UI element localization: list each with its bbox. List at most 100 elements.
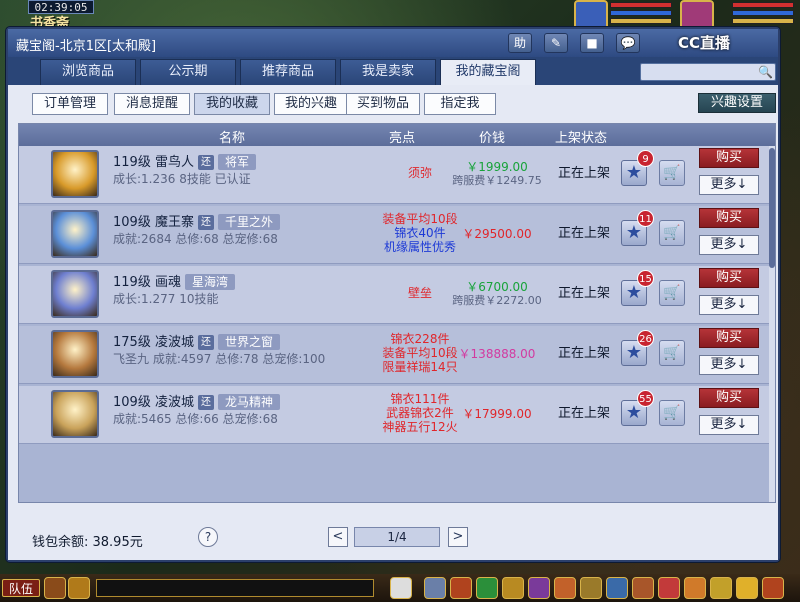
next-page-button[interactable]: >	[448, 527, 468, 547]
task-icon[interactable]	[580, 577, 602, 599]
search-icon[interactable]: 🔍	[758, 65, 773, 79]
give-icon[interactable]	[476, 577, 498, 599]
item-attributes: 成长:1.236 8技能 已认证	[113, 172, 251, 186]
tab-publicity[interactable]: 公示期	[140, 59, 236, 85]
team-button[interactable]: 队伍	[2, 579, 40, 597]
tab-my-pavilion[interactable]: 我的藏宝阁	[440, 59, 536, 86]
server-badge: 千里之外	[217, 214, 280, 230]
activity-icon[interactable]	[710, 577, 732, 599]
item-title[interactable]: 109级 魔王寨还千里之外	[113, 211, 280, 230]
pet-menu-icon[interactable]	[554, 577, 576, 599]
edit-button[interactable]: ✎	[544, 33, 568, 53]
pet-icon[interactable]	[390, 577, 412, 599]
status-text: 正在上架	[557, 226, 610, 241]
mall-icon[interactable]	[658, 577, 680, 599]
highlight-text: 锦衣228件	[390, 332, 450, 346]
buy-button[interactable]: 购买	[699, 328, 759, 348]
status-text: 正在上架	[557, 346, 610, 361]
table-row[interactable]: 119级 画魂 星海湾 成长:1.277 10技能 壁垒 ￥6700.00 跨服费￥227…	[19, 266, 769, 324]
tab-browse[interactable]: 浏览商品	[40, 59, 136, 85]
more-button[interactable]: 更多↓	[699, 295, 759, 315]
smile-icon[interactable]	[736, 577, 758, 599]
bargain-tag: 还	[197, 215, 214, 230]
trade-icon[interactable]	[502, 577, 524, 599]
subtab-designated[interactable]: 指定我	[424, 93, 496, 115]
server-badge: 星海湾	[184, 274, 235, 290]
guild-icon[interactable]	[606, 577, 628, 599]
pet-portrait-icon[interactable]	[574, 0, 608, 30]
listing-status: 正在上架	[549, 406, 619, 422]
cart-icon[interactable]: 🛒	[659, 340, 685, 366]
item-name: 凌波城	[154, 395, 194, 410]
table-row[interactable]: 109级 魔王寨还千里之外 成就:2684 总修:68 总宠修:68 装备平均10段…	[19, 206, 769, 264]
highlight-text: 锦衣111件	[390, 392, 450, 406]
item-title[interactable]: 119级 画魂 星海湾	[113, 271, 235, 290]
item-price: ￥17999.00	[462, 407, 532, 421]
prev-page-button[interactable]: <	[328, 527, 348, 547]
cart-icon[interactable]: 🛒	[659, 400, 685, 426]
cart-icon[interactable]: 🛒	[659, 280, 685, 306]
page-indicator: 1/4	[354, 527, 440, 547]
scroll-thumb[interactable]	[769, 148, 775, 268]
item-title[interactable]: 109级 凌波城还龙马精神	[113, 391, 280, 410]
content-area: 订单管理 消息提醒 我的收藏 我的兴趣 买到物品 指定我 兴趣设置 名称 亮点 …	[8, 85, 778, 560]
friend-icon[interactable]	[684, 577, 706, 599]
subtab-favorites[interactable]: 我的收藏	[194, 93, 270, 115]
team-icon[interactable]	[528, 577, 550, 599]
buy-button[interactable]: 购买	[699, 208, 759, 228]
item-avatar[interactable]	[51, 270, 99, 318]
skill-icon[interactable]	[632, 577, 654, 599]
cart-icon[interactable]: 🛒	[659, 160, 685, 186]
search-input[interactable]: 🔍	[640, 63, 776, 81]
more-button[interactable]: 更多↓	[699, 235, 759, 255]
title-bar[interactable]: 藏宝阁-北京1区[太和殿] 助 ✎ ■ 💬 CC直播	[8, 29, 778, 57]
player-portrait-icon[interactable]	[680, 0, 714, 30]
system-icon[interactable]	[762, 577, 784, 599]
item-avatar[interactable]	[51, 390, 99, 438]
chat-button[interactable]: 💬	[616, 33, 640, 53]
transfer-fee: 跨服费￥1249.75	[452, 174, 542, 187]
header-highlight: 亮点	[389, 131, 416, 146]
subtab-purchased[interactable]: 买到物品	[346, 93, 420, 115]
item-avatar[interactable]	[51, 210, 99, 258]
help-icon[interactable]: ?	[198, 527, 218, 547]
voice-icon[interactable]	[44, 577, 66, 599]
more-button[interactable]: 更多↓	[699, 415, 759, 435]
subtab-messages[interactable]: 消息提醒	[114, 93, 190, 115]
item-level: 109级	[113, 215, 151, 230]
subtab-orders[interactable]: 订单管理	[32, 93, 108, 115]
game-bottom-bar: 队伍	[0, 574, 800, 602]
item-title[interactable]: 119级 雷鸟人还将军	[113, 151, 256, 170]
buy-button[interactable]: 购买	[699, 388, 759, 408]
item-avatar[interactable]	[51, 150, 99, 198]
player-status-bars	[732, 0, 794, 30]
item-icon[interactable]	[450, 577, 472, 599]
table-row[interactable]: 109级 凌波城还龙马精神 成就:5465 总修:66 总宠修:68 锦衣111件武…	[19, 386, 769, 444]
item-title[interactable]: 175级 凌波城还世界之窗	[113, 331, 280, 350]
highlight-text: 机缘属性优秀	[383, 240, 456, 254]
stop-button[interactable]: ■	[580, 33, 604, 53]
table-row[interactable]: 119级 雷鸟人还将军 成长:1.236 8技能 已认证 须弥 ￥1999.00 跨服费…	[19, 146, 769, 204]
item-level: 175级	[113, 335, 151, 350]
more-button[interactable]: 更多↓	[699, 355, 759, 375]
table-scrollbar[interactable]	[769, 146, 775, 502]
item-avatar[interactable]	[51, 330, 99, 378]
buy-button[interactable]: 购买	[699, 268, 759, 288]
tab-seller[interactable]: 我是卖家	[340, 59, 436, 85]
emote-icon[interactable]	[68, 577, 90, 599]
more-button[interactable]: 更多↓	[699, 175, 759, 195]
subtab-interests[interactable]: 我的兴趣	[274, 93, 348, 115]
chat-input[interactable]	[96, 579, 374, 597]
tab-recommended[interactable]: 推荐商品	[240, 59, 336, 85]
buy-button[interactable]: 购买	[699, 148, 759, 168]
favorite-count-badge: 26	[637, 330, 654, 347]
help-assistant-button[interactable]: 助	[508, 33, 532, 53]
item-attributes: 成长:1.277 10技能	[113, 292, 219, 306]
cart-icon[interactable]: 🛒	[659, 220, 685, 246]
interest-settings-button[interactable]: 兴趣设置	[698, 93, 776, 113]
table-row[interactable]: 175级 凌波城还世界之窗飞圣九 成就:4597 总修:78 总宠修:100 锦衣…	[19, 326, 769, 384]
item-attributes: 飞圣九 成就:4597 总修:78 总宠修:100	[113, 352, 326, 366]
server-badge: 世界之窗	[217, 334, 280, 350]
header-status: 上架状态	[555, 131, 608, 146]
attack-icon[interactable]	[424, 577, 446, 599]
